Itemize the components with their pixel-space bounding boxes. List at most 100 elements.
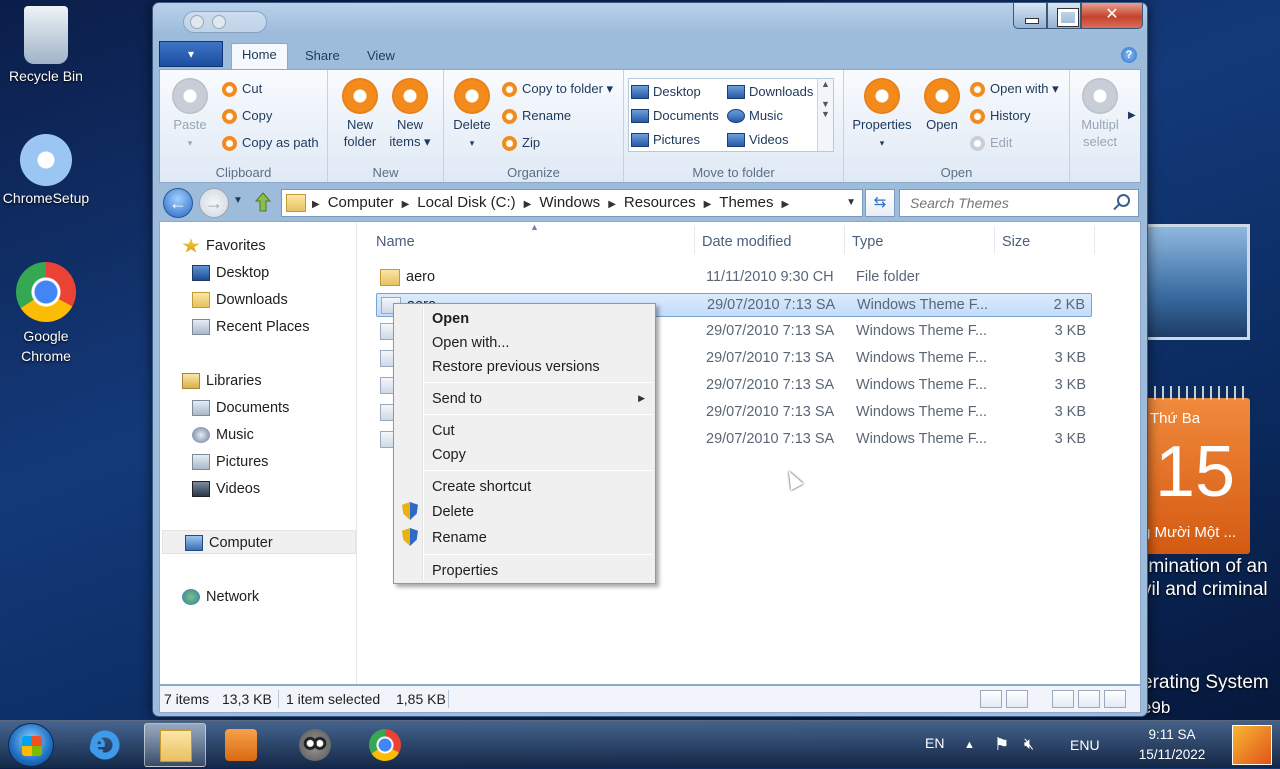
qat-properties-icon[interactable] [190,15,204,29]
title-bar[interactable]: ✕ [153,3,1147,39]
nav-videos[interactable]: Videos [190,477,260,501]
crumb-resources[interactable]: Resources [624,194,696,211]
show-desktop-button[interactable] [1232,725,1272,765]
large-icons-view-button[interactable] [1006,690,1028,708]
tab-view[interactable]: View [357,45,405,69]
desktop-icon-recycle-bin[interactable]: Recycle Bin [0,6,92,84]
details-pane-button[interactable] [1078,690,1100,708]
file-menu-button[interactable]: ▾ [159,41,223,67]
copy-as-path-button[interactable]: Copy as path [222,132,319,154]
edit-button[interactable]: Edit [970,132,1012,154]
tab-share[interactable]: Share [295,45,350,69]
maximize-button[interactable] [1047,3,1081,29]
multiple-select-button[interactable]: Multipl select [1074,78,1126,150]
open-with-button[interactable]: Open with ▾ [970,78,1059,100]
column-header-date[interactable]: Date modified [702,230,791,254]
column-header-name[interactable]: Name [376,230,415,254]
show-hidden-icons-button[interactable]: ▲ [964,721,975,769]
menu-item-rename[interactable]: Rename [432,527,487,549]
nav-music[interactable]: Music [190,423,254,447]
nav-documents[interactable]: Documents [190,396,289,420]
taskbar-media-player[interactable] [210,723,272,767]
crumb-computer[interactable]: Computer [328,194,394,211]
taskbar-file-explorer[interactable] [144,723,206,767]
back-button[interactable]: ← [163,188,193,218]
nav-recent-places[interactable]: Recent Places [190,315,310,339]
menu-item-copy[interactable]: Copy [432,444,466,466]
cut-button[interactable]: Cut [222,78,262,100]
menu-item-create-shortcut[interactable]: Create shortcut [432,476,531,498]
zip-button[interactable]: Zip [502,132,540,154]
desktop-icon-chromesetup[interactable]: ChromeSetup [0,134,92,206]
menu-item-restore-previous-versions[interactable]: Restore previous versions [432,356,600,378]
move-to-downloads[interactable]: Downloads [725,81,813,103]
move-to-videos[interactable]: Videos [725,129,789,151]
move-to-desktop[interactable]: Desktop [629,81,701,103]
taskbar-raccoon-app[interactable] [284,723,346,767]
action-center-flag-icon[interactable]: ⚑ [994,721,1009,769]
crumb-windows[interactable]: Windows [539,194,600,211]
properties-button[interactable]: Properties ▾ [852,78,912,152]
keyboard-layout-indicator[interactable]: ENU [1070,721,1100,769]
nav-favorites[interactable]: Favorites [180,234,266,258]
navigation-pane-button[interactable] [1104,690,1126,708]
nav-pictures[interactable]: Pictures [190,450,268,474]
ribbon-scroll-right[interactable]: ▶ [1128,110,1140,121]
search-icon[interactable] [1117,194,1130,207]
preview-pane-button[interactable] [1052,690,1074,708]
column-divider[interactable] [1094,226,1095,254]
up-button[interactable] [253,191,273,213]
move-to-music[interactable]: Music [725,105,783,127]
gallery-scrollbar[interactable]: ▲ ▼ ▼ [817,79,833,151]
nav-network[interactable]: Network [180,585,259,609]
nav-libraries[interactable]: Libraries [180,369,262,393]
minimize-button[interactable] [1013,3,1047,29]
copy-to-folder-button[interactable]: Copy to folder ▾ [502,78,613,100]
qat-new-folder-icon[interactable] [212,15,226,29]
navigation-pane[interactable]: Favorites Desktop Downloads Recent Place… [160,222,357,684]
volume-muted-icon[interactable]: 🔇︎ [1024,721,1034,769]
column-divider[interactable] [844,226,845,254]
move-to-documents[interactable]: Documents [629,105,719,127]
column-header-size[interactable]: Size [1002,230,1030,254]
nav-desktop[interactable]: Desktop [190,261,269,285]
help-button[interactable]: ? [1121,47,1137,63]
delete-button[interactable]: Delete ▾ [446,78,498,152]
taskbar-google-chrome[interactable] [354,723,416,767]
menu-item-send-to[interactable]: Send to [432,388,482,410]
menu-item-properties[interactable]: Properties [432,560,498,582]
refresh-button[interactable]: ⇆ [865,189,895,217]
forward-button[interactable]: → [199,188,229,218]
column-header-type[interactable]: Type [852,230,883,254]
start-button[interactable] [8,723,54,767]
crumb-local-disk[interactable]: Local Disk (C:) [417,194,515,211]
nav-computer[interactable]: Computer [162,530,356,554]
slideshow-gadget[interactable] [1142,224,1250,340]
quick-access-toolbar[interactable] [183,11,267,33]
close-button[interactable]: ✕ [1081,3,1143,29]
file-row[interactable]: aero 11/11/2010 9:30 CH File folder [376,266,1092,290]
nav-downloads[interactable]: Downloads [190,288,288,312]
paste-button[interactable]: Paste ▾ [164,78,216,152]
column-divider[interactable] [994,226,995,254]
system-clock[interactable]: 9:11 SA 15/11/2022 [1124,725,1220,765]
address-dropdown[interactable]: ▼ [846,190,856,216]
open-button[interactable]: Open [916,78,968,133]
address-bar[interactable]: ▶ Computer ▶ Local Disk (C:) ▶ Windows ▶ Resour… [281,189,863,217]
search-box[interactable] [899,189,1139,217]
menu-item-cut[interactable]: Cut [432,420,455,442]
language-indicator[interactable]: EN [925,721,944,765]
copy-button[interactable]: Copy [222,105,272,127]
search-input[interactable] [908,191,1108,215]
new-items-button[interactable]: New items ▾ [384,78,436,150]
menu-item-open-with[interactable]: Open with... [432,332,509,354]
taskbar-internet-explorer[interactable]: e [74,723,136,767]
menu-item-delete[interactable]: Delete [432,501,474,523]
details-view-button[interactable] [980,690,1002,708]
move-to-pictures[interactable]: Pictures [629,129,700,151]
rename-button[interactable]: Rename [502,105,571,127]
column-divider[interactable] [694,226,695,254]
new-folder-button[interactable]: New folder [334,78,386,150]
calendar-gadget[interactable]: Thứ Ba 15 g Mười Một ... [1140,386,1250,554]
recent-locations-dropdown[interactable]: ▼ [233,195,243,206]
